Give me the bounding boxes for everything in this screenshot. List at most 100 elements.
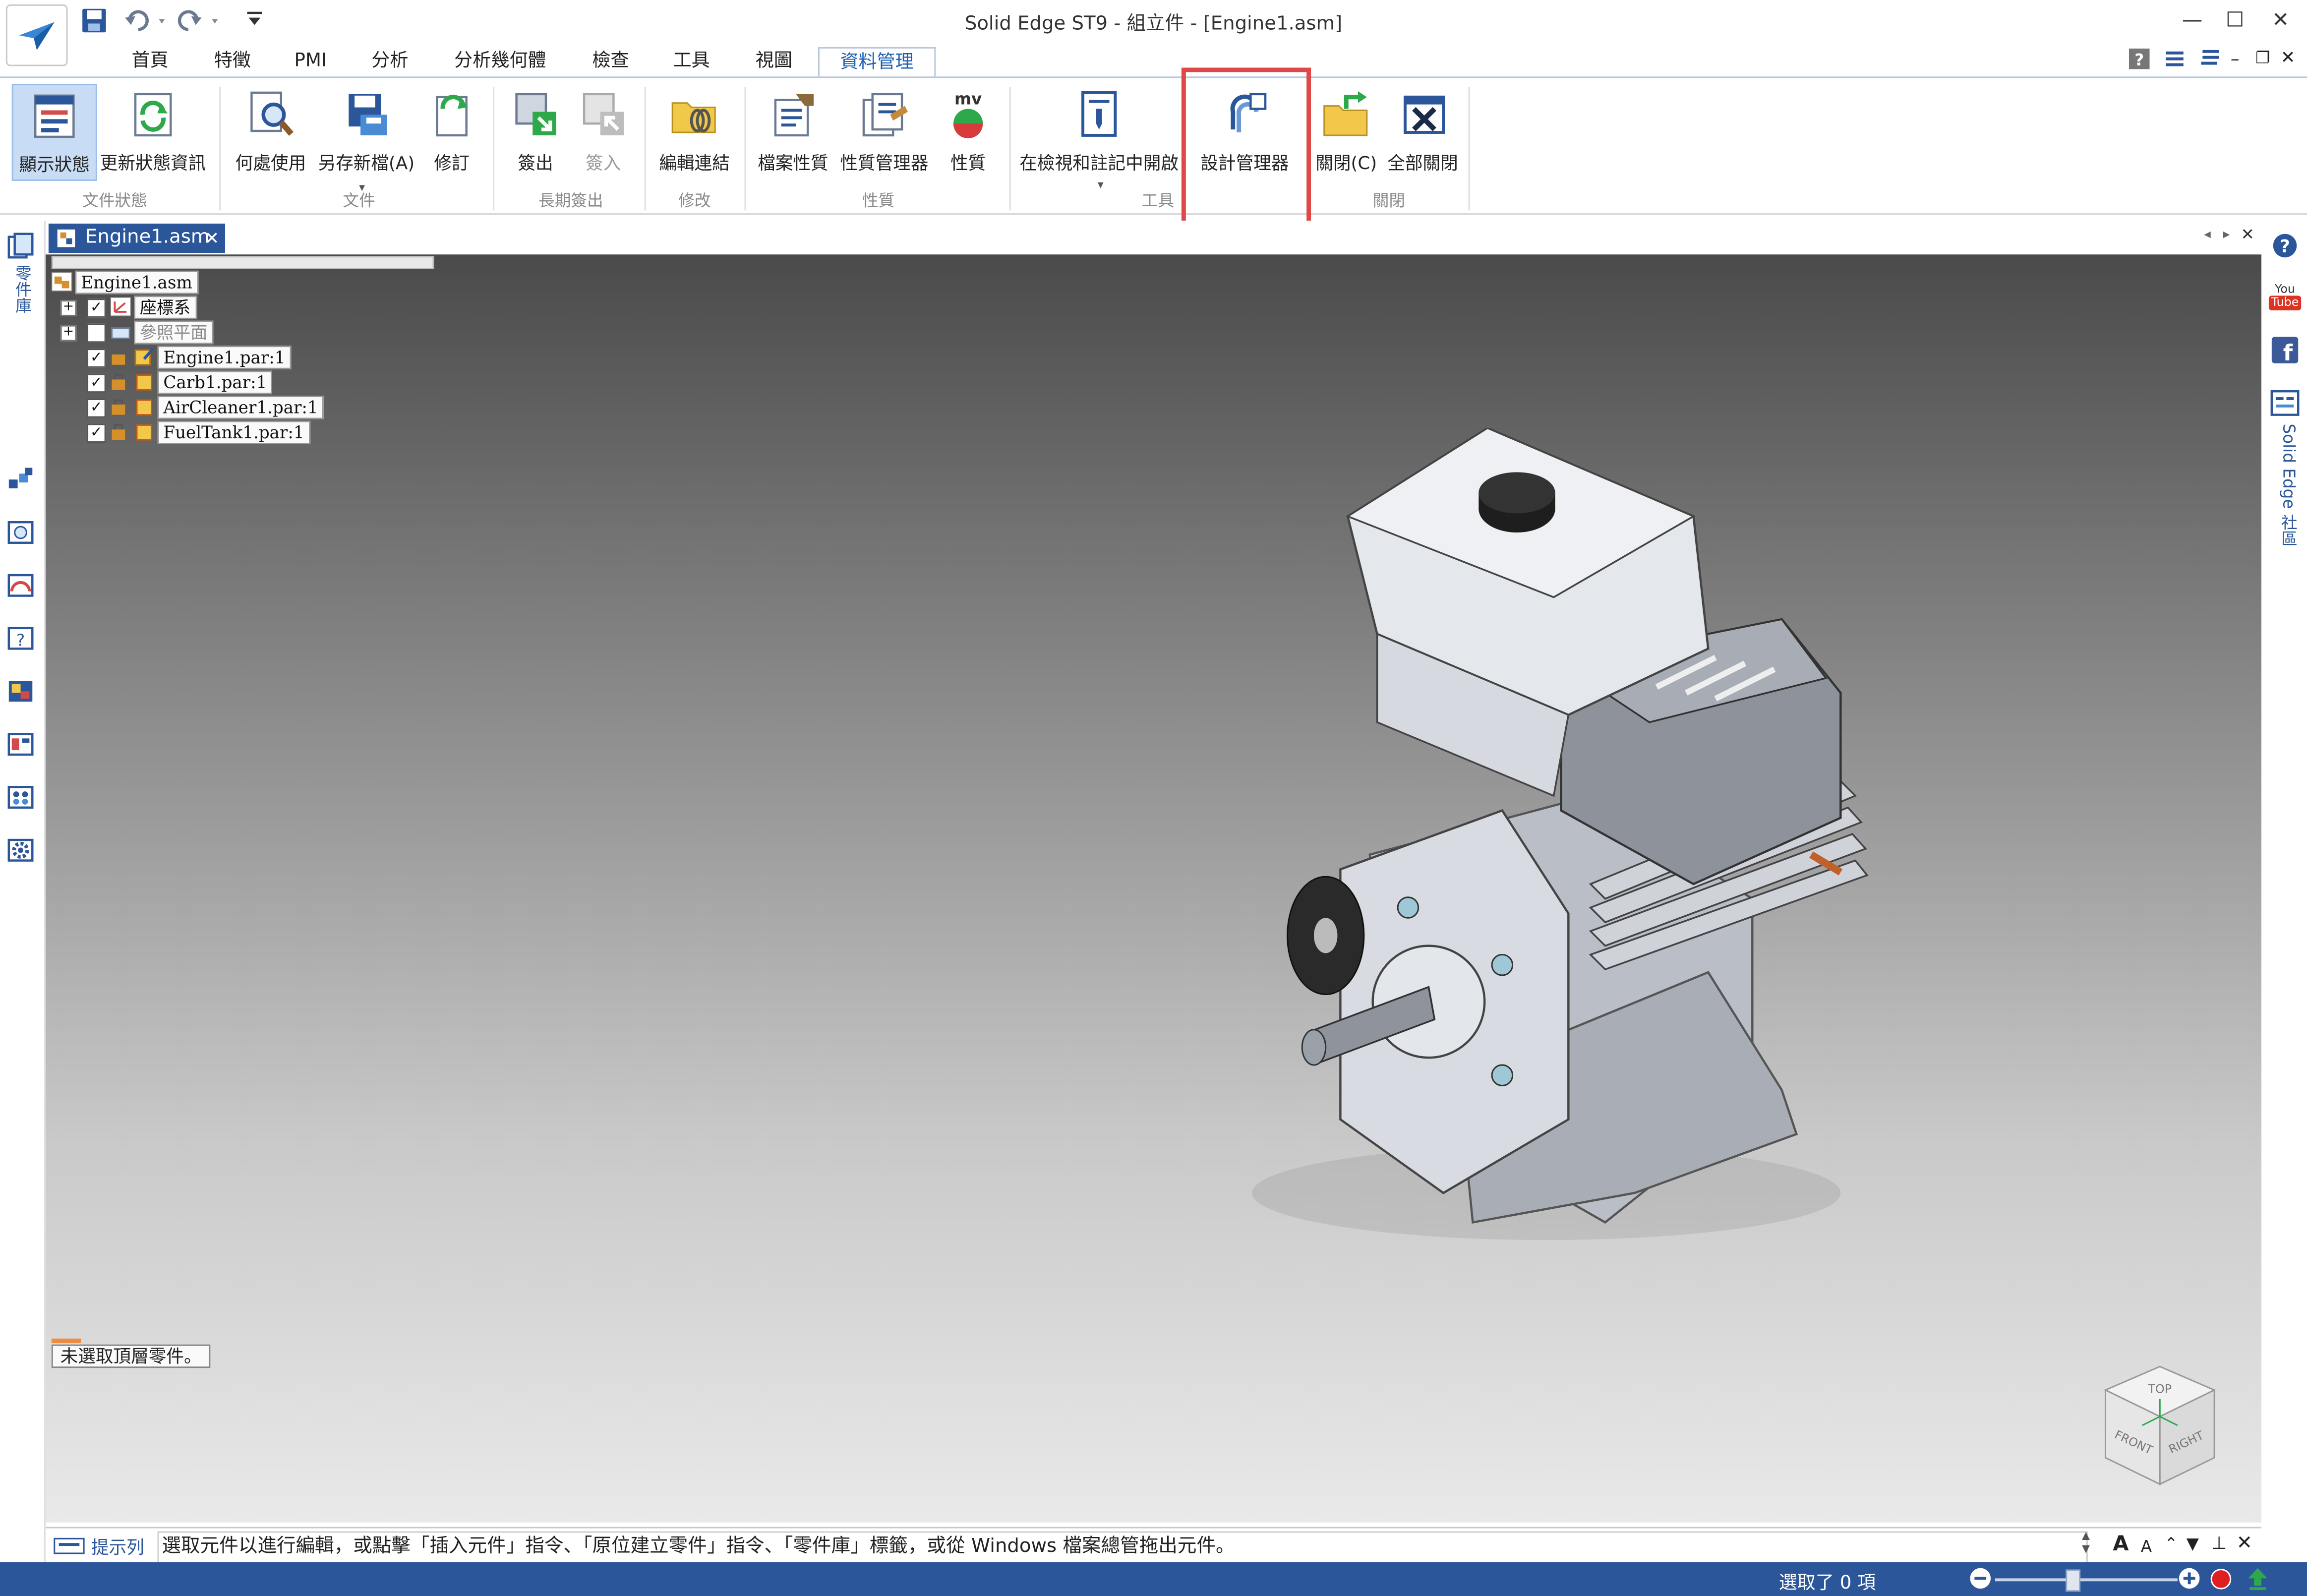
font-smaller-icon[interactable]: A — [2141, 1537, 2152, 1556]
prompt-close-icon[interactable]: ✕ — [2237, 1533, 2252, 1555]
status-message: 未選取頂層零件。 — [51, 1344, 211, 1368]
tab-pmi[interactable]: PMI — [283, 47, 339, 76]
zoom-slider-handle[interactable] — [2066, 1569, 2081, 1592]
visibility-checkbox[interactable]: ✓ — [87, 423, 106, 443]
mv-properties-button[interactable]: mv 性質 — [939, 84, 998, 178]
revise-button[interactable]: 修訂 — [421, 84, 483, 178]
visibility-checkbox[interactable]: ✓ — [87, 349, 106, 368]
doc-window-close-icon[interactable]: ✕ — [2241, 225, 2254, 244]
tree-item-engine1-par[interactable]: ✓ Engine1.par:1 — [60, 346, 355, 369]
mv-properties-icon: mv — [953, 90, 983, 138]
visibility-checkbox[interactable]: ✓ — [87, 373, 106, 393]
tab-scroll-left-icon[interactable]: ◂ — [2204, 228, 2210, 243]
revise-icon — [436, 95, 468, 137]
ribbon-separator — [1468, 87, 1470, 211]
zoom-in-icon[interactable] — [2178, 1567, 2201, 1590]
part-library-tab-label[interactable]: 零件庫 — [10, 265, 33, 313]
display-status-button[interactable]: 顯示狀態 — [11, 84, 97, 181]
tab-home[interactable]: 首頁 — [120, 47, 179, 76]
expand-up-icon[interactable]: ⌃ — [2164, 1534, 2178, 1553]
window-arrange-icon[interactable] — [2198, 47, 2221, 70]
tab-tools[interactable]: 工具 — [662, 47, 721, 76]
zoom-slider-track[interactable] — [1995, 1578, 2178, 1582]
visibility-checkbox[interactable]: ✓ — [87, 298, 106, 318]
help-topics-icon[interactable]: ? — [6, 624, 35, 653]
part-library-icon[interactable] — [6, 231, 35, 260]
family-members-icon[interactable] — [6, 782, 35, 812]
refresh-status-button[interactable]: 更新狀態資訊 — [97, 84, 209, 178]
minimize-button[interactable]: — — [2178, 9, 2207, 32]
check-in-button[interactable]: 簽入 — [571, 84, 636, 178]
help-icon[interactable]: ? — [2128, 47, 2151, 70]
selection-manager-icon[interactable] — [6, 730, 35, 759]
group-label-close: 關閉 — [1372, 191, 1405, 211]
visibility-checkbox[interactable]: ✓ — [87, 399, 106, 418]
property-manager-button[interactable]: 性質管理器 — [836, 84, 933, 178]
close-doc-button[interactable]: 關閉(C) — [1312, 84, 1380, 178]
check-out-button[interactable]: 簽出 — [503, 84, 568, 178]
prompt-text-field[interactable]: 選取元件以進行編輯，或點擊「插入元件」指令、「原位建立零件」指令、「零件庫」標籤… — [157, 1531, 2088, 1564]
where-used-button[interactable]: 何處使用 — [230, 84, 312, 178]
file-properties-icon — [774, 94, 814, 137]
save-as-button[interactable]: 另存新檔(A) — [315, 84, 418, 178]
youtube-icon[interactable]: You Tube — [2268, 282, 2302, 315]
record-icon[interactable] — [2210, 1568, 2232, 1591]
tab-engine1-asm[interactable]: Engine1.asm ✕ — [48, 223, 226, 253]
engine-3d-model[interactable] — [1223, 428, 1899, 1251]
visibility-checkbox[interactable] — [87, 323, 106, 343]
expand-down-icon[interactable]: ▼ — [2187, 1534, 2199, 1553]
3d-viewport[interactable]: Engine1.asm + ✓ 座標系 + 參照平面 ✓ Engine1.par… — [45, 254, 2262, 1523]
tree-item-fueltank1-par[interactable]: ✓ FuelTank1.par:1 — [60, 420, 355, 444]
design-manager-highlight — [1181, 67, 1311, 230]
ribbon-options-icon[interactable] — [2163, 47, 2186, 70]
tab-inspect[interactable]: 檢查 — [581, 47, 640, 76]
tree-item-reference-planes[interactable]: + 參照平面 — [60, 320, 355, 345]
document-tab-bar — [44, 221, 2263, 253]
expand-icon[interactable]: + — [60, 300, 77, 316]
doc-minimize-icon[interactable]: – — [2231, 49, 2240, 69]
tree-item-aircleaner1-par[interactable]: ✓ AirCleaner1.par:1 — [60, 396, 355, 419]
tree-item-coordinate-systems[interactable]: + ✓ 座標系 — [60, 296, 355, 319]
zoom-out-icon[interactable] — [1969, 1567, 1992, 1590]
view-cube-icon[interactable]: TOP FRONT RIGHT — [2097, 1360, 2223, 1493]
tab-scroll-right-icon[interactable]: ▸ — [2223, 228, 2230, 243]
facebook-icon[interactable]: f — [2270, 335, 2300, 365]
tab-analyze-geometry[interactable]: 分析幾何體 — [441, 47, 559, 76]
community-icon[interactable] — [2270, 388, 2300, 417]
pathfinder-grip[interactable] — [51, 256, 434, 269]
close-folder-icon — [1323, 91, 1368, 136]
settings-gear-icon[interactable] — [6, 835, 35, 865]
close-button[interactable]: ✕ — [2266, 9, 2295, 32]
part-icon — [136, 374, 153, 391]
maximize-button[interactable]: ☐ — [2220, 9, 2249, 32]
edit-links-button[interactable]: 編輯連結 — [653, 84, 736, 178]
svg-text:mv: mv — [954, 90, 982, 109]
tab-close-icon[interactable]: ✕ — [204, 224, 219, 253]
expand-icon[interactable]: + — [60, 325, 77, 342]
tab-view[interactable]: 視圖 — [745, 47, 804, 76]
status-message-indicator — [51, 1338, 81, 1343]
upload-icon[interactable] — [2245, 1565, 2270, 1592]
doc-close-icon[interactable]: ✕ — [2281, 47, 2296, 68]
close-all-button[interactable]: 全部關閉 — [1383, 84, 1462, 178]
prompt-scroll-icon[interactable]: ▲ ▼ — [2082, 1530, 2090, 1556]
appearance-icon[interactable] — [6, 677, 35, 706]
community-tab-label[interactable]: Solid Edge 社區 — [2276, 423, 2300, 546]
check-out-icon — [515, 93, 556, 135]
help-circle-icon[interactable]: ? — [2272, 233, 2298, 259]
sensors-icon[interactable] — [6, 571, 35, 600]
file-properties-button[interactable]: 檔案性質 — [753, 84, 832, 178]
pin-icon[interactable]: ⊥ — [2211, 1533, 2227, 1553]
tab-analysis[interactable]: 分析 — [360, 47, 419, 76]
tree-item-carb1-par[interactable]: ✓ Carb1.par:1 — [60, 370, 355, 395]
font-larger-icon[interactable]: A — [2113, 1533, 2129, 1556]
open-in-view-markup-button[interactable]: 在檢視和註記中開啟 — [1018, 84, 1180, 178]
part-icon — [136, 424, 153, 441]
doc-restore-icon[interactable]: ❐ — [2255, 49, 2270, 68]
check-in-icon — [583, 93, 624, 135]
tab-features[interactable]: 特徵 — [203, 47, 262, 76]
edit-links-icon — [671, 102, 716, 133]
tab-data-management[interactable]: 資料管理 — [818, 47, 936, 78]
assembly-tree-icon[interactable] — [6, 465, 35, 494]
layers-icon[interactable] — [6, 518, 35, 547]
